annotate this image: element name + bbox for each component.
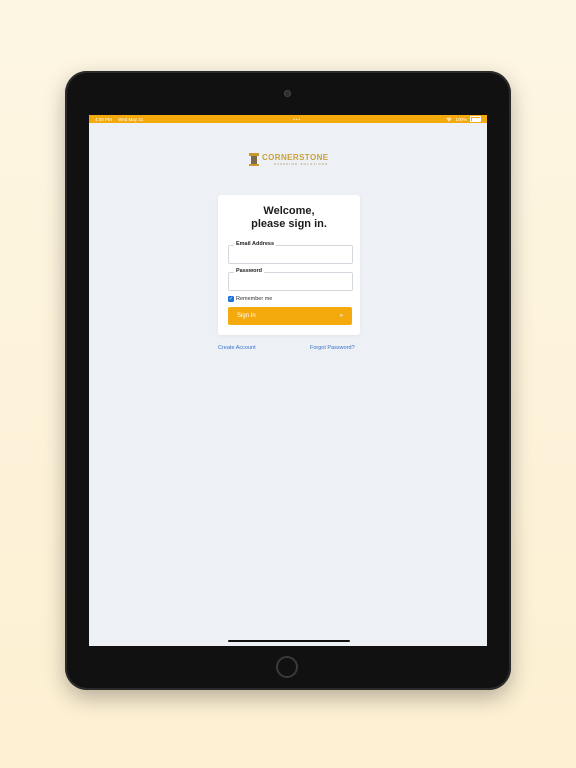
password-label: Password <box>234 268 264 274</box>
password-field: Password <box>228 268 353 294</box>
login-title: Welcome, please sign in. <box>218 205 360 231</box>
logo-text: CORNERSTONE STAFFING SOLUTIONS <box>262 152 329 166</box>
login-card: Welcome, please sign in. Email Address P… <box>218 195 360 335</box>
email-field: Email Address <box>228 241 353 267</box>
login-title-line2: please sign in. <box>251 218 327 230</box>
forgot-password-link[interactable]: Forgot Password? <box>310 345 355 351</box>
status-right: 100% <box>446 116 481 122</box>
battery-icon <box>470 116 481 122</box>
logo-name: CORNERSTONE <box>262 152 329 162</box>
app-screen: 4:09 PM Wed May 31 ••• 100% CORNERSTONE <box>89 115 487 646</box>
home-button[interactable] <box>276 656 298 678</box>
status-left: 4:09 PM Wed May 31 <box>95 117 148 122</box>
status-date: Wed May 31 <box>118 116 144 122</box>
wifi-icon <box>446 117 453 121</box>
chevron-right-icon: » <box>339 313 343 319</box>
ipad-frame: 4:09 PM Wed May 31 ••• 100% CORNERSTONE <box>65 71 511 690</box>
battery-percent: 100% <box>455 116 467 122</box>
camera <box>284 90 291 97</box>
remember-checkbox[interactable]: ✓ <box>228 296 234 302</box>
sign-in-button[interactable]: Sign In » <box>228 307 352 325</box>
cornerstone-logo-icon <box>249 153 259 166</box>
email-input[interactable] <box>229 249 352 267</box>
home-indicator <box>228 640 350 642</box>
login-title-line1: Welcome, <box>263 205 315 217</box>
remember-me-row[interactable]: ✓ Remember me <box>228 296 272 302</box>
logo-tagline: STAFFING SOLUTIONS <box>274 161 329 166</box>
sign-in-label: Sign In <box>237 313 256 319</box>
company-logo: CORNERSTONE STAFFING SOLUTIONS <box>249 153 328 166</box>
create-account-link[interactable]: Create Account <box>218 345 256 351</box>
status-dots: ••• <box>293 116 302 122</box>
status-bar: 4:09 PM Wed May 31 ••• 100% <box>89 115 487 123</box>
email-label: Email Address <box>234 241 277 247</box>
password-input[interactable] <box>229 276 352 294</box>
remember-label: Remember me <box>236 296 273 302</box>
status-time: 4:09 PM <box>95 116 112 122</box>
